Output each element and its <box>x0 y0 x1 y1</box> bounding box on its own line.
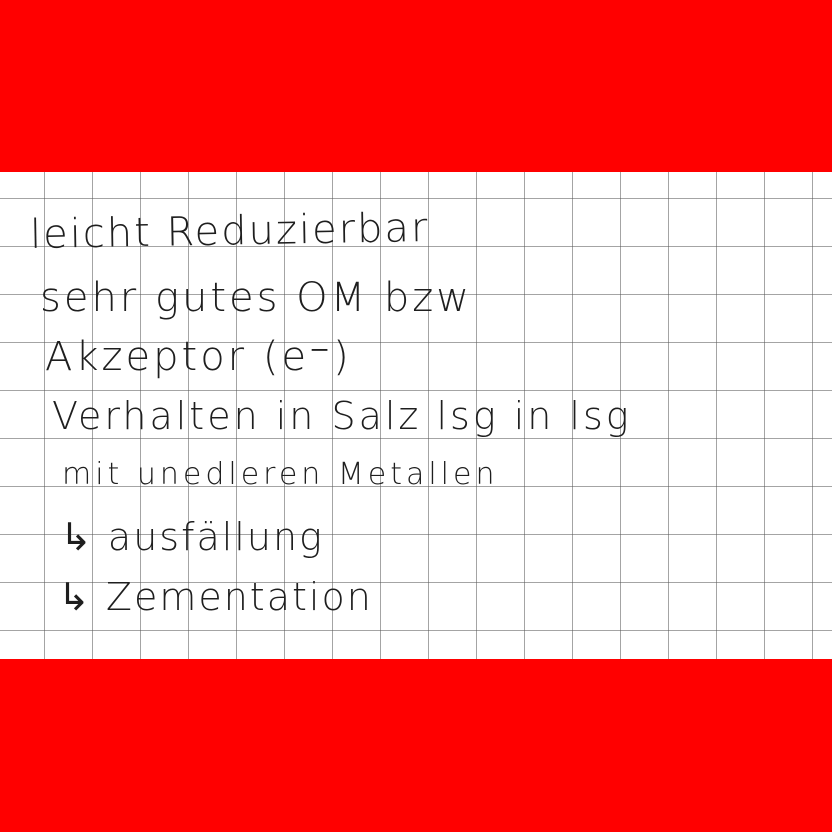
note-line-4: Verhalten in Salz lsg in lsg <box>52 394 632 438</box>
note-line-5: mit unedleren Metallen <box>62 457 499 492</box>
note-line-1: leicht Reduzierbar <box>29 205 430 258</box>
top-red-band <box>0 0 832 172</box>
note-line-6: ↳ ausfällung <box>60 515 324 559</box>
grid-paper-note: leicht Reduzierbar sehr gutes OM bzw Akz… <box>0 172 832 659</box>
bottom-red-band <box>0 659 832 832</box>
note-line-7: ↳ Zementation <box>58 575 373 619</box>
note-line-3: Akzeptor (e⁻) <box>45 334 352 380</box>
note-line-2: sehr gutes OM bzw <box>40 275 472 321</box>
